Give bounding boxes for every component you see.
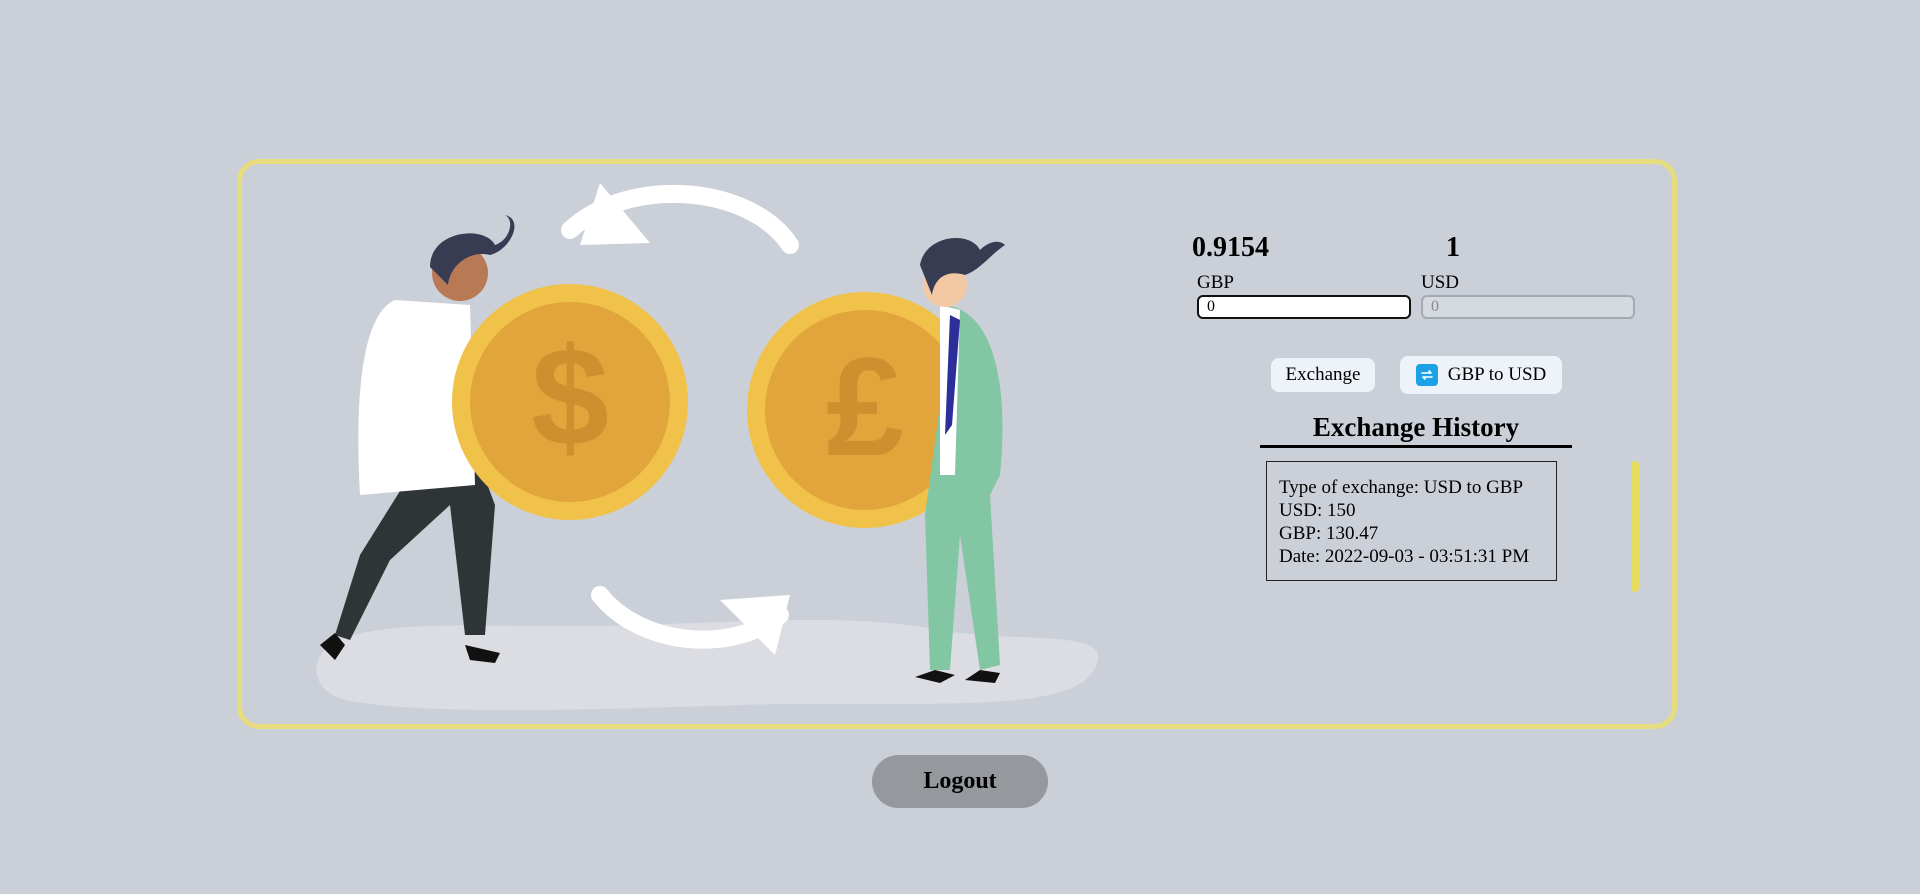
history-entry-gbp: GBP: 130.47 (1279, 523, 1379, 544)
history-entry: Type of exchange: USD to GBP USD: 150 GB… (1266, 461, 1557, 581)
from-currency-label: GBP (1197, 272, 1234, 293)
history-scrollbar[interactable] (1631, 461, 1639, 592)
history-entry-usd: USD: 150 (1279, 500, 1356, 521)
exchange-history-title: Exchange History (1260, 412, 1572, 448)
from-amount-input[interactable] (1197, 295, 1411, 319)
swap-direction-button[interactable]: GBP to USD (1400, 356, 1562, 394)
exchange-button[interactable]: Exchange (1271, 358, 1375, 392)
logout-button-label: Logout (923, 768, 997, 794)
svg-text:$: $ (531, 318, 609, 475)
coin-dollar: $ (452, 284, 688, 520)
swap-icon (1415, 364, 1438, 386)
currency-exchange-illustration: $ £ (316, 183, 1099, 710)
swap-direction-label: GBP to USD (1447, 364, 1547, 385)
rate-from-value: 0.9154 (1192, 232, 1269, 263)
svg-text:£: £ (826, 328, 904, 485)
to-amount-input (1421, 295, 1635, 319)
history-entry-date: Date: 2022-09-03 - 03:51:31 PM (1279, 546, 1530, 567)
rate-to-value: 1 (1446, 232, 1460, 263)
to-currency-label: USD (1421, 272, 1460, 293)
exchange-button-label: Exchange (1285, 364, 1361, 385)
history-entry-type: Type of exchange: USD to GBP (1279, 477, 1524, 498)
logout-button[interactable]: Logout (872, 755, 1048, 808)
